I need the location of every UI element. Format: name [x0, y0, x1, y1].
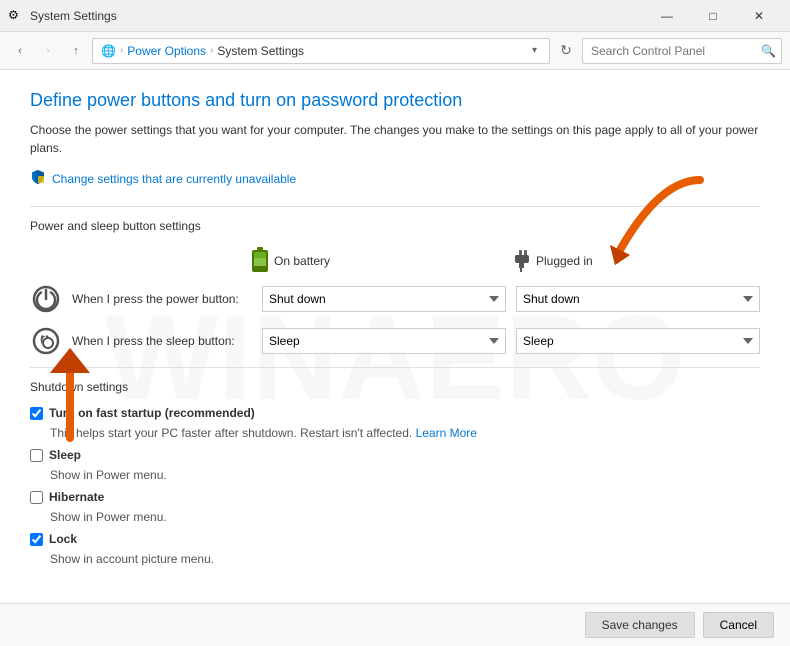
- up-button[interactable]: ↑: [64, 39, 88, 63]
- pluggedin-col-header: Plugged in: [510, 247, 760, 275]
- sleep-svg: [32, 327, 60, 355]
- sleep-plugged-select[interactable]: Sleep Do nothing Hibernate Shut down: [516, 328, 760, 354]
- page-title: Define power buttons and turn on passwor…: [30, 90, 760, 111]
- breadcrumb-dropdown-button[interactable]: ▾: [528, 43, 541, 58]
- pluggedin-col-label: Plugged in: [536, 254, 593, 268]
- column-headers: On battery Plugged in: [250, 247, 760, 275]
- breadcrumb-arrow: ›: [120, 45, 123, 56]
- search-button[interactable]: 🔍: [761, 44, 776, 58]
- hibernate-checkbox[interactable]: [30, 491, 43, 504]
- battery-col-header: On battery: [250, 247, 500, 275]
- breadcrumb-system-settings: System Settings: [217, 44, 304, 58]
- minimize-button[interactable]: —: [644, 0, 690, 32]
- hibernate-desc: Show in Power menu.: [50, 510, 760, 524]
- lock-row: Lock: [30, 532, 760, 546]
- title-bar: ⚙ System Settings — □ ✕: [0, 0, 790, 32]
- save-changes-button[interactable]: Save changes: [585, 612, 695, 638]
- fast-startup-checkbox[interactable]: [30, 407, 43, 420]
- change-settings-link[interactable]: Change settings that are currently unava…: [30, 169, 760, 188]
- power-battery-select[interactable]: Shut down Sleep Hibernate Do nothing Tur…: [262, 286, 506, 312]
- power-button-label: When I press the power button:: [72, 292, 252, 306]
- search-wrapper: 🔍: [582, 38, 782, 64]
- power-icon: [30, 283, 62, 315]
- title-bar-controls: — □ ✕: [644, 0, 782, 32]
- power-plugged-select[interactable]: Shut down Sleep Hibernate Do nothing Tur…: [516, 286, 760, 312]
- content-area: Define power buttons and turn on passwor…: [0, 70, 790, 603]
- title-bar-title: System Settings: [30, 9, 644, 23]
- lock-desc: Show in account picture menu.: [50, 552, 760, 566]
- battery-col-label: On battery: [274, 254, 330, 268]
- power-button-row: When I press the power button: Shut down…: [30, 283, 760, 315]
- learn-more-link[interactable]: Learn More: [416, 426, 477, 440]
- change-settings-text: Change settings that are currently unava…: [52, 172, 296, 186]
- battery-icon: [250, 247, 270, 275]
- breadcrumb: 🌐 › Power Options › System Settings ▾: [92, 38, 550, 64]
- hibernate-row: Hibernate: [30, 490, 760, 504]
- sleep-row: Sleep: [30, 448, 760, 462]
- maximize-button[interactable]: □: [690, 0, 736, 32]
- cancel-button[interactable]: Cancel: [703, 612, 774, 638]
- footer: Save changes Cancel: [0, 603, 790, 646]
- sleep-battery-select[interactable]: Sleep Do nothing Hibernate Shut down: [262, 328, 506, 354]
- sleep-menu-desc: Show in Power menu.: [50, 468, 760, 482]
- globe-icon: 🌐: [101, 44, 116, 58]
- plug-icon: [510, 250, 532, 272]
- sleep-button-row: When I press the sleep button: Sleep Do …: [30, 325, 760, 357]
- sleep-checkbox[interactable]: [30, 449, 43, 462]
- refresh-button[interactable]: ↻: [554, 39, 578, 63]
- fast-startup-label[interactable]: Turn on fast startup (recommended): [49, 406, 255, 420]
- search-input[interactable]: [582, 38, 782, 64]
- forward-button[interactable]: ›: [36, 39, 60, 63]
- sleep-button-label: When I press the sleep button:: [72, 334, 252, 348]
- main-content: WINAERO Define power buttons and turn on…: [0, 70, 790, 646]
- shield-icon: [30, 169, 46, 188]
- sleep-icon: [30, 325, 62, 357]
- shutdown-section: Shutdown settings Turn on fast startup (…: [30, 380, 760, 566]
- lock-label[interactable]: Lock: [49, 532, 77, 546]
- hibernate-label[interactable]: Hibernate: [49, 490, 104, 504]
- breadcrumb-power-options[interactable]: Power Options: [127, 44, 206, 58]
- section-divider-1: [30, 206, 760, 207]
- close-button[interactable]: ✕: [736, 0, 782, 32]
- title-bar-icon: ⚙: [8, 8, 24, 24]
- shutdown-header: Shutdown settings: [30, 380, 760, 394]
- lock-checkbox[interactable]: [30, 533, 43, 546]
- fast-startup-row: Turn on fast startup (recommended): [30, 406, 760, 420]
- fast-startup-desc: This helps start your PC faster after sh…: [50, 426, 760, 440]
- power-svg: [32, 285, 60, 313]
- power-sleep-header: Power and sleep button settings: [30, 219, 760, 233]
- address-bar: ‹ › ↑ 🌐 › Power Options › System Setting…: [0, 32, 790, 70]
- page-description: Choose the power settings that you want …: [30, 121, 760, 157]
- section-divider-2: [30, 367, 760, 368]
- sleep-menu-label[interactable]: Sleep: [49, 448, 81, 462]
- back-button[interactable]: ‹: [8, 39, 32, 63]
- breadcrumb-separator: ›: [210, 45, 213, 56]
- shield-svg: [30, 169, 46, 185]
